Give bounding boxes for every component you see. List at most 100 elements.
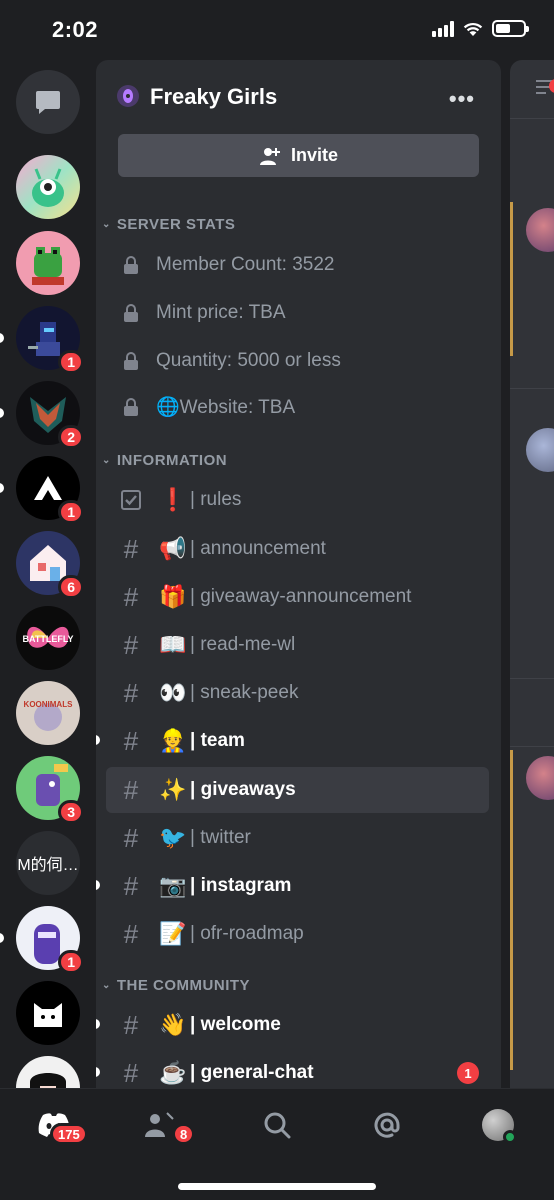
channel-giveaways[interactable]: # ✨ | giveaways [106, 767, 489, 813]
chat-peek[interactable] [510, 60, 554, 1088]
channel-name: | giveaways [190, 779, 296, 800]
hashtag-icon: # [123, 870, 139, 901]
channel-name: | instagram [190, 875, 292, 896]
channel-instagram[interactable]: # 📷 | instagram [96, 863, 489, 909]
hashtag-icon: # [123, 918, 139, 949]
svg-text:KOONIMALS: KOONIMALS [24, 700, 74, 709]
channel-name: | rules [190, 489, 242, 510]
wifi-icon [463, 22, 483, 36]
server-koonimals[interactable]: KOONIMALS [16, 681, 80, 745]
anime-avatar-icon [30, 1073, 66, 1088]
search-tab[interactable] [255, 1105, 299, 1145]
hashtag-icon: # [123, 533, 139, 564]
invite-button[interactable]: Invite [118, 134, 479, 177]
channel-name: | twitter [190, 827, 251, 848]
stat-channel-member-count[interactable]: Member Count: 3522 [106, 242, 489, 288]
channel-name: 🌐Website: TBA [156, 397, 296, 418]
channel-announcement[interactable]: # 📢 | announcement [106, 526, 489, 572]
hashtag-icon: # [123, 822, 139, 853]
server-battlefly[interactable]: BATTLEFLY [16, 606, 80, 670]
channel-panel: Freaky Girls ••• Invite ⌄ SERVER STATS M… [96, 60, 501, 1088]
channel-welcome[interactable]: # 👋 | welcome [96, 1002, 489, 1048]
server-ninja[interactable]: 1 [0, 906, 84, 974]
channel-team[interactable]: # 👷 | team [96, 718, 489, 764]
channel-emoji: 📝 [159, 921, 187, 946]
cellular-signal-icon [432, 20, 454, 37]
message-avatar [526, 208, 554, 252]
channel-rules[interactable]: ❗ | rules [106, 477, 489, 523]
channel-giveaway-announcement[interactable]: # 🎁 | giveaway-announcement [106, 574, 489, 620]
hashtag-icon: # [123, 1057, 139, 1088]
server-knight[interactable]: 1 [0, 306, 84, 374]
channel-general-chat[interactable]: # ☕ | general-chat 1 [96, 1050, 489, 1088]
channel-name: Quantity: 5000 or less [156, 350, 341, 371]
server-badge: 3 [58, 800, 84, 824]
server-dino[interactable]: 3 [16, 756, 84, 824]
chat-bubble-icon [36, 91, 60, 114]
friends-tab[interactable]: 8 [138, 1105, 196, 1145]
avatar [482, 1109, 517, 1144]
battlefly-logo-icon: BATTLEFLY [23, 626, 74, 648]
category-the-community[interactable]: ⌄ THE COMMUNITY [102, 977, 250, 994]
server-frog[interactable] [16, 231, 80, 295]
server-badge: 1 [58, 500, 84, 524]
chevron-down-icon: ⌄ [102, 455, 111, 466]
mentions-tab[interactable] [365, 1105, 409, 1145]
stat-channel-mint-price[interactable]: Mint price: TBA [106, 290, 489, 336]
invite-label: Invite [290, 145, 338, 165]
hashtag-icon: # [123, 581, 139, 612]
message-avatar [526, 428, 554, 472]
chevron-down-icon: ⌄ [102, 980, 111, 991]
channel-name: | welcome [190, 1014, 281, 1035]
battery-icon [492, 20, 529, 37]
channel-emoji: 👀 [159, 680, 187, 705]
home-badge: 175 [50, 1123, 88, 1145]
channel-read-me-wl[interactable]: # 📖 | read-me-wl [106, 622, 489, 668]
server-a-logo[interactable]: 1 [0, 456, 84, 524]
lock-icon [106, 398, 156, 416]
server-rail: 1 2 1 6 BATTLEFLY KOONIMALS 3 M的伺… 1 [0, 60, 96, 1088]
lock-icon [106, 256, 156, 274]
guild-header[interactable]: Freaky Girls ••• [96, 60, 501, 132]
server-anime[interactable] [16, 1056, 80, 1088]
channel-name: | team [190, 730, 245, 751]
server-badge: 1 [58, 950, 84, 974]
lock-icon [106, 352, 156, 370]
search-icon [264, 1112, 291, 1139]
channel-twitter[interactable]: # 🐦 | twitter [106, 815, 489, 861]
server-text-label: M的伺… [16, 831, 80, 895]
channel-name: | giveaway-announcement [190, 586, 412, 607]
hashtag-icon: # [123, 677, 139, 708]
channel-emoji: 🐦 [159, 825, 187, 850]
channel-emoji: 🎁 [159, 584, 187, 609]
category-label: SERVER STATS [116, 216, 236, 233]
alien-avatar-icon [32, 168, 64, 207]
home-tab[interactable]: 175 [32, 1105, 88, 1145]
server-cat[interactable] [16, 981, 80, 1045]
channel-name: Mint price: TBA [156, 302, 286, 323]
server-badge: 2 [58, 425, 84, 449]
stat-channel-website[interactable]: 🌐Website: TBA [106, 384, 489, 430]
server-fox[interactable]: 2 [0, 381, 84, 449]
at-sign-icon [374, 1112, 400, 1138]
frog-avatar-icon [32, 247, 64, 285]
status-icons [432, 20, 529, 37]
server-text[interactable]: M的伺… [16, 831, 80, 895]
server-alien[interactable] [16, 155, 80, 219]
category-server-stats[interactable]: ⌄ SERVER STATS [102, 216, 235, 233]
direct-messages-button[interactable] [16, 70, 80, 134]
channel-name: | sneak-peek [190, 682, 299, 703]
server-house[interactable]: 6 [16, 531, 84, 599]
channel-emoji: 📷 [159, 873, 187, 898]
category-information[interactable]: ⌄ INFORMATION [102, 452, 227, 469]
channel-ofr-roadmap[interactable]: # 📝 | ofr-roadmap [106, 911, 489, 957]
category-label: THE COMMUNITY [116, 977, 251, 994]
stat-channel-quantity[interactable]: Quantity: 5000 or less [106, 338, 489, 384]
profile-tab[interactable] [476, 1105, 520, 1145]
koonimals-logo-icon: KOONIMALS [24, 700, 74, 731]
channel-name: | ofr-roadmap [190, 923, 304, 944]
more-options-icon[interactable]: ••• [449, 86, 475, 112]
guild-icon [117, 85, 139, 107]
category-label: INFORMATION [116, 452, 228, 469]
channel-sneak-peek[interactable]: # 👀 | sneak-peek [106, 670, 489, 716]
